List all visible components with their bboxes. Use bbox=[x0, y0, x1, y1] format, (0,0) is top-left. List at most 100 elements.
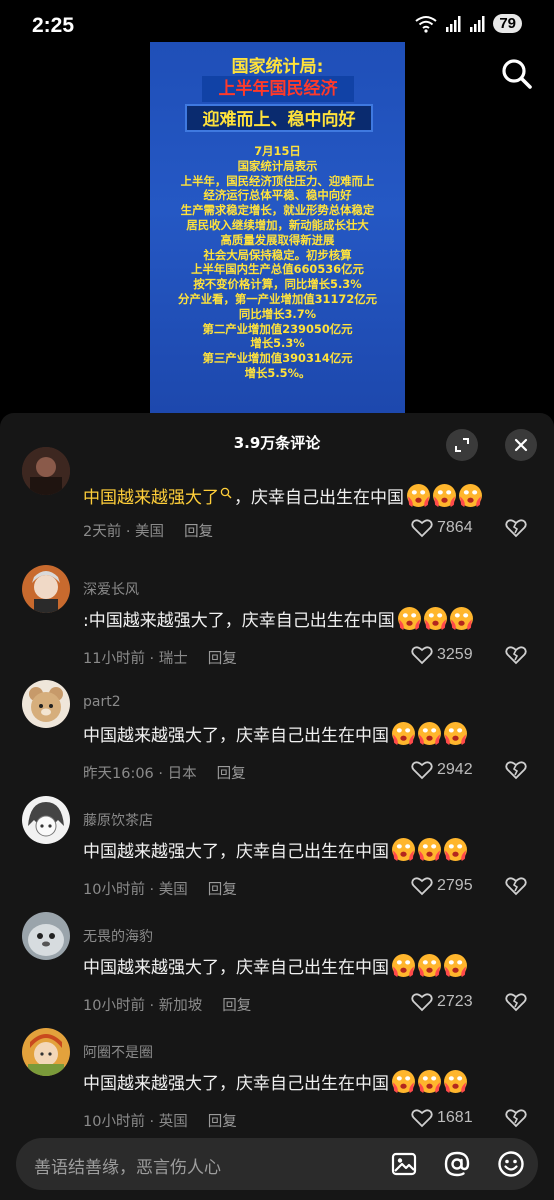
cry-emoji-icon bbox=[392, 838, 415, 861]
dislike-heart-icon[interactable] bbox=[505, 760, 527, 780]
like-button[interactable]: 3259 bbox=[411, 645, 473, 665]
comment-text-body: 中国越来越强大了，庆幸自己出生在中国 bbox=[83, 842, 389, 862]
comment-time-location: 2天前 · 美国 bbox=[83, 524, 165, 540]
video-body-line: 第二产业增加值239050亿元 bbox=[202, 321, 353, 336]
dislike-heart-icon[interactable] bbox=[505, 876, 527, 896]
search-icon[interactable] bbox=[498, 55, 536, 93]
video-body-line: 经济运行总体平稳、稳中向好 bbox=[203, 188, 352, 203]
comment-item: part2 中国越来越强大了，庆幸自己出生在中国 昨天16:06 · 日本 回复 … bbox=[0, 676, 554, 792]
heart-icon bbox=[411, 993, 433, 1012]
status-icons: 79 bbox=[415, 14, 522, 33]
reply-button[interactable]: 回复 bbox=[222, 998, 251, 1014]
comment-item: 阿圈不是圈 中国越来越强大了，庆幸自己出生在中国 10小时前 · 英国 回复 16… bbox=[0, 1024, 554, 1140]
reply-button[interactable]: 回复 bbox=[208, 1114, 237, 1130]
like-count: 3259 bbox=[437, 646, 473, 663]
comment-item: 深爱长风 :中国越来越强大了，庆幸自己出生在中国 11小时前 · 瑞士 回复 32… bbox=[0, 561, 554, 676]
comment-time-location: 昨天16:06 · 日本 bbox=[83, 766, 197, 782]
comment-username[interactable]: 无畏的海豹 bbox=[83, 926, 153, 946]
video-title-line2: 上半年国民经济 bbox=[202, 76, 354, 102]
like-count: 7864 bbox=[437, 519, 473, 536]
like-button[interactable]: 2723 bbox=[411, 992, 473, 1012]
like-count: 2795 bbox=[437, 877, 473, 894]
cry-emoji-icon bbox=[392, 722, 415, 745]
video-body-line: 第三产业增加值390314亿元 bbox=[202, 351, 353, 366]
signal-icon-1 bbox=[446, 15, 461, 32]
heart-icon bbox=[411, 761, 433, 780]
video-body-line: 上半年国内生产总值660536亿元 bbox=[191, 262, 364, 277]
reply-button[interactable]: 回复 bbox=[217, 766, 246, 782]
comment-time-location: 10小时前 · 英国 bbox=[83, 1114, 188, 1130]
comment-time-location: 10小时前 · 美国 bbox=[83, 882, 188, 898]
comment-input[interactable]: 善语结善缘，恶言伤人心 bbox=[16, 1138, 538, 1190]
comment-text: 中国越来越强大了，庆幸自己出生在中国 bbox=[83, 953, 469, 978]
video-body-line: 按不变价格计算，同比增长5.3% bbox=[193, 277, 362, 292]
cry-emoji-icon bbox=[392, 1070, 415, 1093]
image-icon[interactable] bbox=[389, 1149, 419, 1179]
like-button[interactable]: 2795 bbox=[411, 876, 473, 896]
cry-emoji-icon bbox=[444, 1070, 467, 1093]
comment-text: 中国越来越强大了 ，庆幸自己出生在中国 bbox=[83, 483, 484, 508]
dislike-heart-icon[interactable] bbox=[505, 992, 527, 1012]
cry-emoji-icon bbox=[418, 838, 441, 861]
comment-username[interactable]: 深爱长风 bbox=[83, 579, 139, 599]
video-title-line3: 迎难而上、稳中向好 bbox=[185, 104, 373, 132]
dislike-heart-icon[interactable] bbox=[505, 518, 527, 538]
video-body-line: 上半年，国民经济顶住压力、迎难而上 bbox=[180, 173, 375, 188]
avatar[interactable] bbox=[22, 680, 70, 728]
dislike-heart-icon[interactable] bbox=[505, 645, 527, 665]
comment-meta: 11小时前 · 瑞士 回复 bbox=[83, 647, 237, 668]
comment-text-body: 中国越来越强大了，庆幸自己出生在中国 bbox=[83, 958, 389, 978]
wifi-icon bbox=[415, 15, 437, 33]
like-button[interactable]: 7864 bbox=[411, 518, 473, 538]
emoji-group bbox=[391, 1069, 469, 1094]
comment-username[interactable]: part2 bbox=[83, 694, 121, 710]
cry-emoji-icon bbox=[444, 722, 467, 745]
avatar[interactable] bbox=[22, 565, 70, 613]
reply-button[interactable]: 回复 bbox=[208, 882, 237, 898]
cry-emoji-icon bbox=[449, 607, 473, 630]
avatar[interactable] bbox=[22, 796, 70, 844]
like-button[interactable]: 1681 bbox=[411, 1108, 473, 1128]
comment-text: 中国越来越强大了，庆幸自己出生在中国 bbox=[83, 721, 469, 746]
video-body-line: 高质量发展取得新进展 bbox=[220, 232, 335, 247]
comment-text-body: 中国越来越强大了，庆幸自己出生在中国 bbox=[83, 726, 389, 746]
emoji-icon[interactable] bbox=[496, 1149, 526, 1179]
video-player[interactable]: 国家统计局: 上半年国民经济 迎难而上、稳中向好 7月15日 国家统计局表示 上… bbox=[150, 42, 405, 414]
comment-text-body: :中国越来越强大了，庆幸自己出生在中国 bbox=[83, 611, 395, 631]
emoji-group bbox=[406, 483, 484, 508]
video-body-line: 同比增长3.7% bbox=[238, 306, 317, 321]
avatar[interactable] bbox=[22, 1028, 70, 1076]
at-mention-icon[interactable] bbox=[442, 1149, 472, 1179]
heart-icon bbox=[411, 519, 433, 538]
comment-text: :中国越来越强大了，庆幸自己出生在中国 bbox=[83, 606, 475, 631]
comment-item: 无畏的海豹 中国越来越强大了，庆幸自己出生在中国 10小时前 · 新加坡 回复 2… bbox=[0, 908, 554, 1024]
cry-emoji-icon bbox=[392, 954, 415, 977]
comment-input-placeholder: 善语结善缘，恶言伤人心 bbox=[34, 1158, 221, 1178]
avatar[interactable] bbox=[22, 447, 70, 495]
comment-item: 中国越来越强大了 ，庆幸自己出生在中国 2天前 · 美国 回复 7864 bbox=[0, 447, 554, 561]
video-body-line: 社会大局保持稳定。初步核算 bbox=[203, 247, 352, 262]
cry-emoji-icon bbox=[397, 607, 421, 630]
reply-button[interactable]: 回复 bbox=[184, 524, 213, 540]
dislike-heart-icon[interactable] bbox=[505, 1108, 527, 1128]
cry-emoji-icon bbox=[418, 722, 441, 745]
comment-text-highlight[interactable]: 中国越来越强大了 bbox=[83, 483, 219, 508]
cry-emoji-icon bbox=[433, 484, 456, 507]
avatar[interactable] bbox=[22, 912, 70, 960]
emoji-group bbox=[391, 837, 469, 862]
comment-text-body: ，庆幸自己出生在中国 bbox=[234, 488, 404, 508]
video-body-line: 国家统计局表示 bbox=[237, 158, 318, 173]
comment-meta: 10小时前 · 英国 回复 bbox=[83, 1110, 237, 1131]
like-button[interactable]: 2942 bbox=[411, 760, 473, 780]
like-count: 2942 bbox=[437, 761, 473, 778]
reply-button[interactable]: 回复 bbox=[208, 651, 237, 667]
status-time: 2:25 bbox=[32, 14, 75, 37]
video-body-line: 生产需求稳定增长，就业形势总体稳定 bbox=[180, 203, 375, 218]
battery-indicator: 79 bbox=[493, 14, 522, 33]
cry-emoji-icon bbox=[407, 484, 430, 507]
heart-icon bbox=[411, 646, 433, 665]
comment-username[interactable]: 藤原饮茶店 bbox=[83, 810, 153, 830]
comment-username[interactable]: 阿圈不是圈 bbox=[83, 1042, 153, 1062]
video-body-line: 7月15日 bbox=[254, 144, 301, 158]
comment-meta: 10小时前 · 美国 回复 bbox=[83, 878, 237, 899]
